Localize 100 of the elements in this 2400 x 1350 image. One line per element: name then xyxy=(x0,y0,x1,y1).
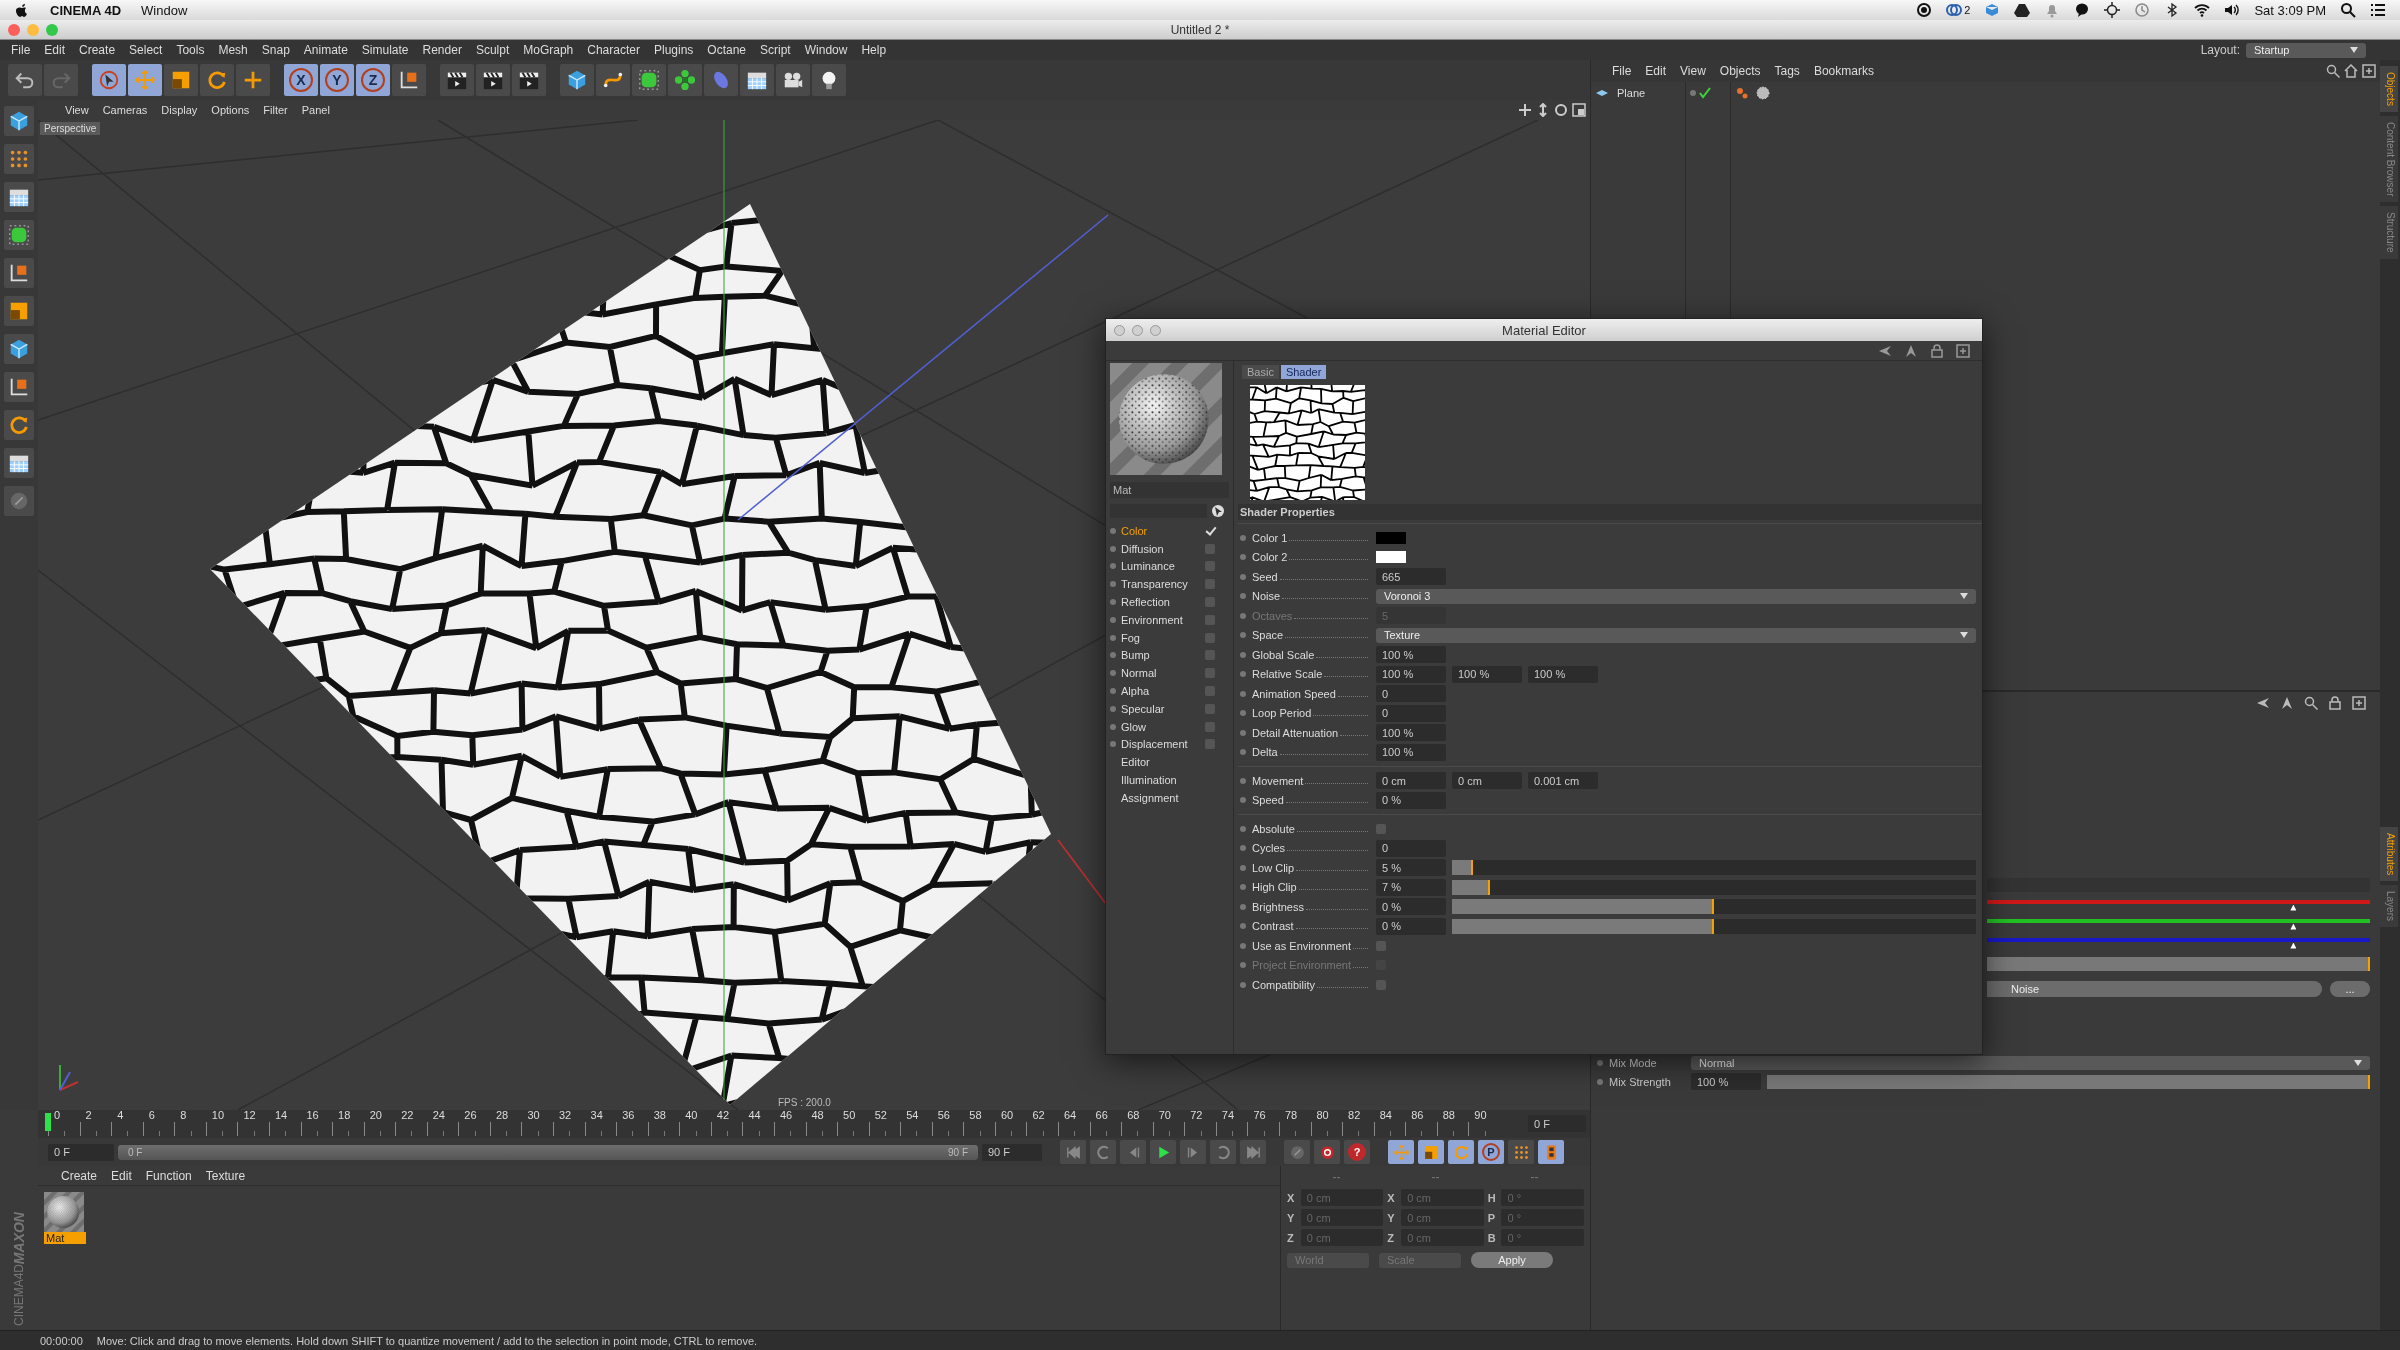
number-field[interactable]: 0 % xyxy=(1376,917,1446,935)
animation-dot-icon[interactable] xyxy=(1110,670,1116,677)
menu-item[interactable]: Simulate xyxy=(354,43,416,57)
channel-name[interactable]: Alpha xyxy=(1121,685,1200,698)
page-name[interactable]: Assignment xyxy=(1121,791,1215,804)
page-name[interactable]: Illumination xyxy=(1121,774,1215,787)
animation-dot-icon[interactable] xyxy=(1110,652,1116,659)
animation-dot-icon[interactable] xyxy=(1110,545,1116,552)
menu-item[interactable]: Select xyxy=(122,43,170,57)
search-icon[interactable] xyxy=(2340,2,2356,18)
tool-button[interactable]: Y xyxy=(320,64,354,96)
start-frame-field[interactable]: 0 F xyxy=(48,1143,114,1161)
new-window-icon[interactable] xyxy=(2352,696,2366,710)
clock-text[interactable]: Sat 3:09 PM xyxy=(2254,2,2326,18)
mix-mode-dropdown[interactable]: Normal xyxy=(1691,1055,2370,1070)
animation-dot-icon[interactable] xyxy=(1110,581,1116,588)
slider-thumb[interactable] xyxy=(2290,904,2297,911)
channel-name[interactable]: Transparency xyxy=(1121,578,1200,591)
channel-name[interactable]: Diffusion xyxy=(1121,542,1200,555)
mix-strength-field[interactable]: 100 % xyxy=(1691,1073,1761,1090)
tool-button[interactable]: Z xyxy=(356,64,390,96)
new-window-icon[interactable] xyxy=(1956,343,1970,358)
animation-dot-icon[interactable] xyxy=(1240,942,1246,949)
number-field[interactable]: 100 % xyxy=(1376,646,1446,664)
mode-button[interactable] xyxy=(4,258,34,288)
search-icon[interactable] xyxy=(2326,64,2340,78)
current-frame-field[interactable]: 0 F xyxy=(1528,1115,1586,1132)
up-arrow-icon[interactable] xyxy=(1904,343,1918,358)
menu-item[interactable]: Script xyxy=(753,43,798,57)
tab[interactable]: Shader xyxy=(1280,365,1327,379)
channel-name[interactable]: Displacement xyxy=(1121,738,1200,751)
mode-button[interactable] xyxy=(4,220,34,250)
number-field[interactable]: 100 % xyxy=(1376,724,1446,742)
rotate-icon[interactable] xyxy=(1554,103,1568,117)
tool-button[interactable]: P xyxy=(1478,1140,1504,1164)
number-field[interactable]: 665 xyxy=(1376,568,1446,586)
channel-name[interactable]: Reflection xyxy=(1121,596,1200,609)
animation-dot-icon[interactable] xyxy=(1240,981,1246,988)
channel-name[interactable]: Normal xyxy=(1121,667,1200,680)
animation-dot-icon[interactable] xyxy=(1110,599,1116,606)
material-tag-icon[interactable] xyxy=(1756,86,1770,100)
visibility-dot-icon[interactable] xyxy=(1690,90,1696,96)
menu-item[interactable]: Texture xyxy=(198,1168,253,1183)
channel-name[interactable]: Luminance xyxy=(1121,560,1200,573)
box-icon[interactable] xyxy=(1984,2,2001,18)
menu-item[interactable]: Window xyxy=(141,2,188,18)
lock-icon[interactable] xyxy=(1930,343,1944,358)
mode-button[interactable] xyxy=(4,296,34,326)
clock-icon[interactable] xyxy=(2134,2,2151,18)
home-icon[interactable] xyxy=(2344,64,2358,78)
material-name[interactable]: Mat xyxy=(44,1232,86,1244)
menu-item[interactable]: View xyxy=(58,104,96,116)
object-name[interactable]: Plane xyxy=(1617,87,1646,99)
animation-dot-icon[interactable] xyxy=(1240,825,1246,832)
menu-item[interactable]: View xyxy=(1673,64,1713,78)
checkbox[interactable] xyxy=(1205,525,1215,536)
menu-item[interactable]: Character xyxy=(580,43,647,57)
number-field[interactable]: 0 cm xyxy=(1452,772,1522,790)
animation-dot-icon[interactable] xyxy=(1597,1078,1603,1085)
animation-dot-icon[interactable] xyxy=(1110,634,1116,641)
menu-item[interactable]: Snap xyxy=(254,43,297,57)
checkbox[interactable] xyxy=(1376,979,1386,990)
mode-button[interactable] xyxy=(4,448,34,478)
color-swatch[interactable] xyxy=(1376,551,1406,564)
slider-track[interactable] xyxy=(1452,879,1976,895)
checkbox[interactable] xyxy=(1205,739,1215,750)
animation-dot-icon[interactable] xyxy=(1240,923,1246,930)
dots-tag-icon[interactable] xyxy=(1735,86,1749,100)
up-arrow-icon[interactable] xyxy=(2280,696,2294,710)
checkbox[interactable] xyxy=(1205,686,1215,697)
menu-item[interactable]: Function xyxy=(138,1168,199,1183)
dropdown[interactable]: Voronoi 3 xyxy=(1376,588,1976,604)
record-icon[interactable] xyxy=(1916,2,1933,18)
number-field[interactable]: 5 % xyxy=(1376,859,1446,877)
zoom-button[interactable] xyxy=(1150,324,1161,336)
menu-item[interactable]: Mesh xyxy=(211,43,255,57)
animation-dot-icon[interactable] xyxy=(1240,632,1246,639)
side-tab[interactable]: Objects xyxy=(2380,66,2398,112)
checkbox[interactable] xyxy=(1205,650,1215,661)
back-arrow-icon[interactable] xyxy=(1878,343,1892,358)
menu-item[interactable]: Animate xyxy=(296,43,355,57)
slider-thumb[interactable] xyxy=(2290,923,2297,930)
animation-dot-icon[interactable] xyxy=(1240,749,1246,756)
menu-item[interactable]: Panel xyxy=(294,104,337,116)
menu-item[interactable]: Sculpt xyxy=(468,43,517,57)
menu-item[interactable]: Bookmarks xyxy=(1806,64,1881,78)
animation-dot-icon[interactable] xyxy=(1110,723,1116,730)
animation-dot-icon[interactable] xyxy=(1240,593,1246,600)
rings-icon[interactable] xyxy=(1946,2,1963,18)
menu-item[interactable]: Create xyxy=(72,43,123,57)
animation-dot-icon[interactable] xyxy=(1240,884,1246,891)
checkbox[interactable] xyxy=(1205,597,1215,608)
menu-item[interactable]: File xyxy=(4,43,38,57)
tool-button[interactable]: ? xyxy=(1344,1140,1370,1164)
minimize-button[interactable] xyxy=(27,23,39,36)
animation-dot-icon[interactable] xyxy=(1110,741,1116,748)
number-field[interactable]: 100 % xyxy=(1376,665,1446,683)
menu-item[interactable]: Render xyxy=(415,43,469,57)
number-field[interactable]: 0 xyxy=(1376,685,1446,703)
animation-dot-icon[interactable] xyxy=(1240,671,1246,678)
